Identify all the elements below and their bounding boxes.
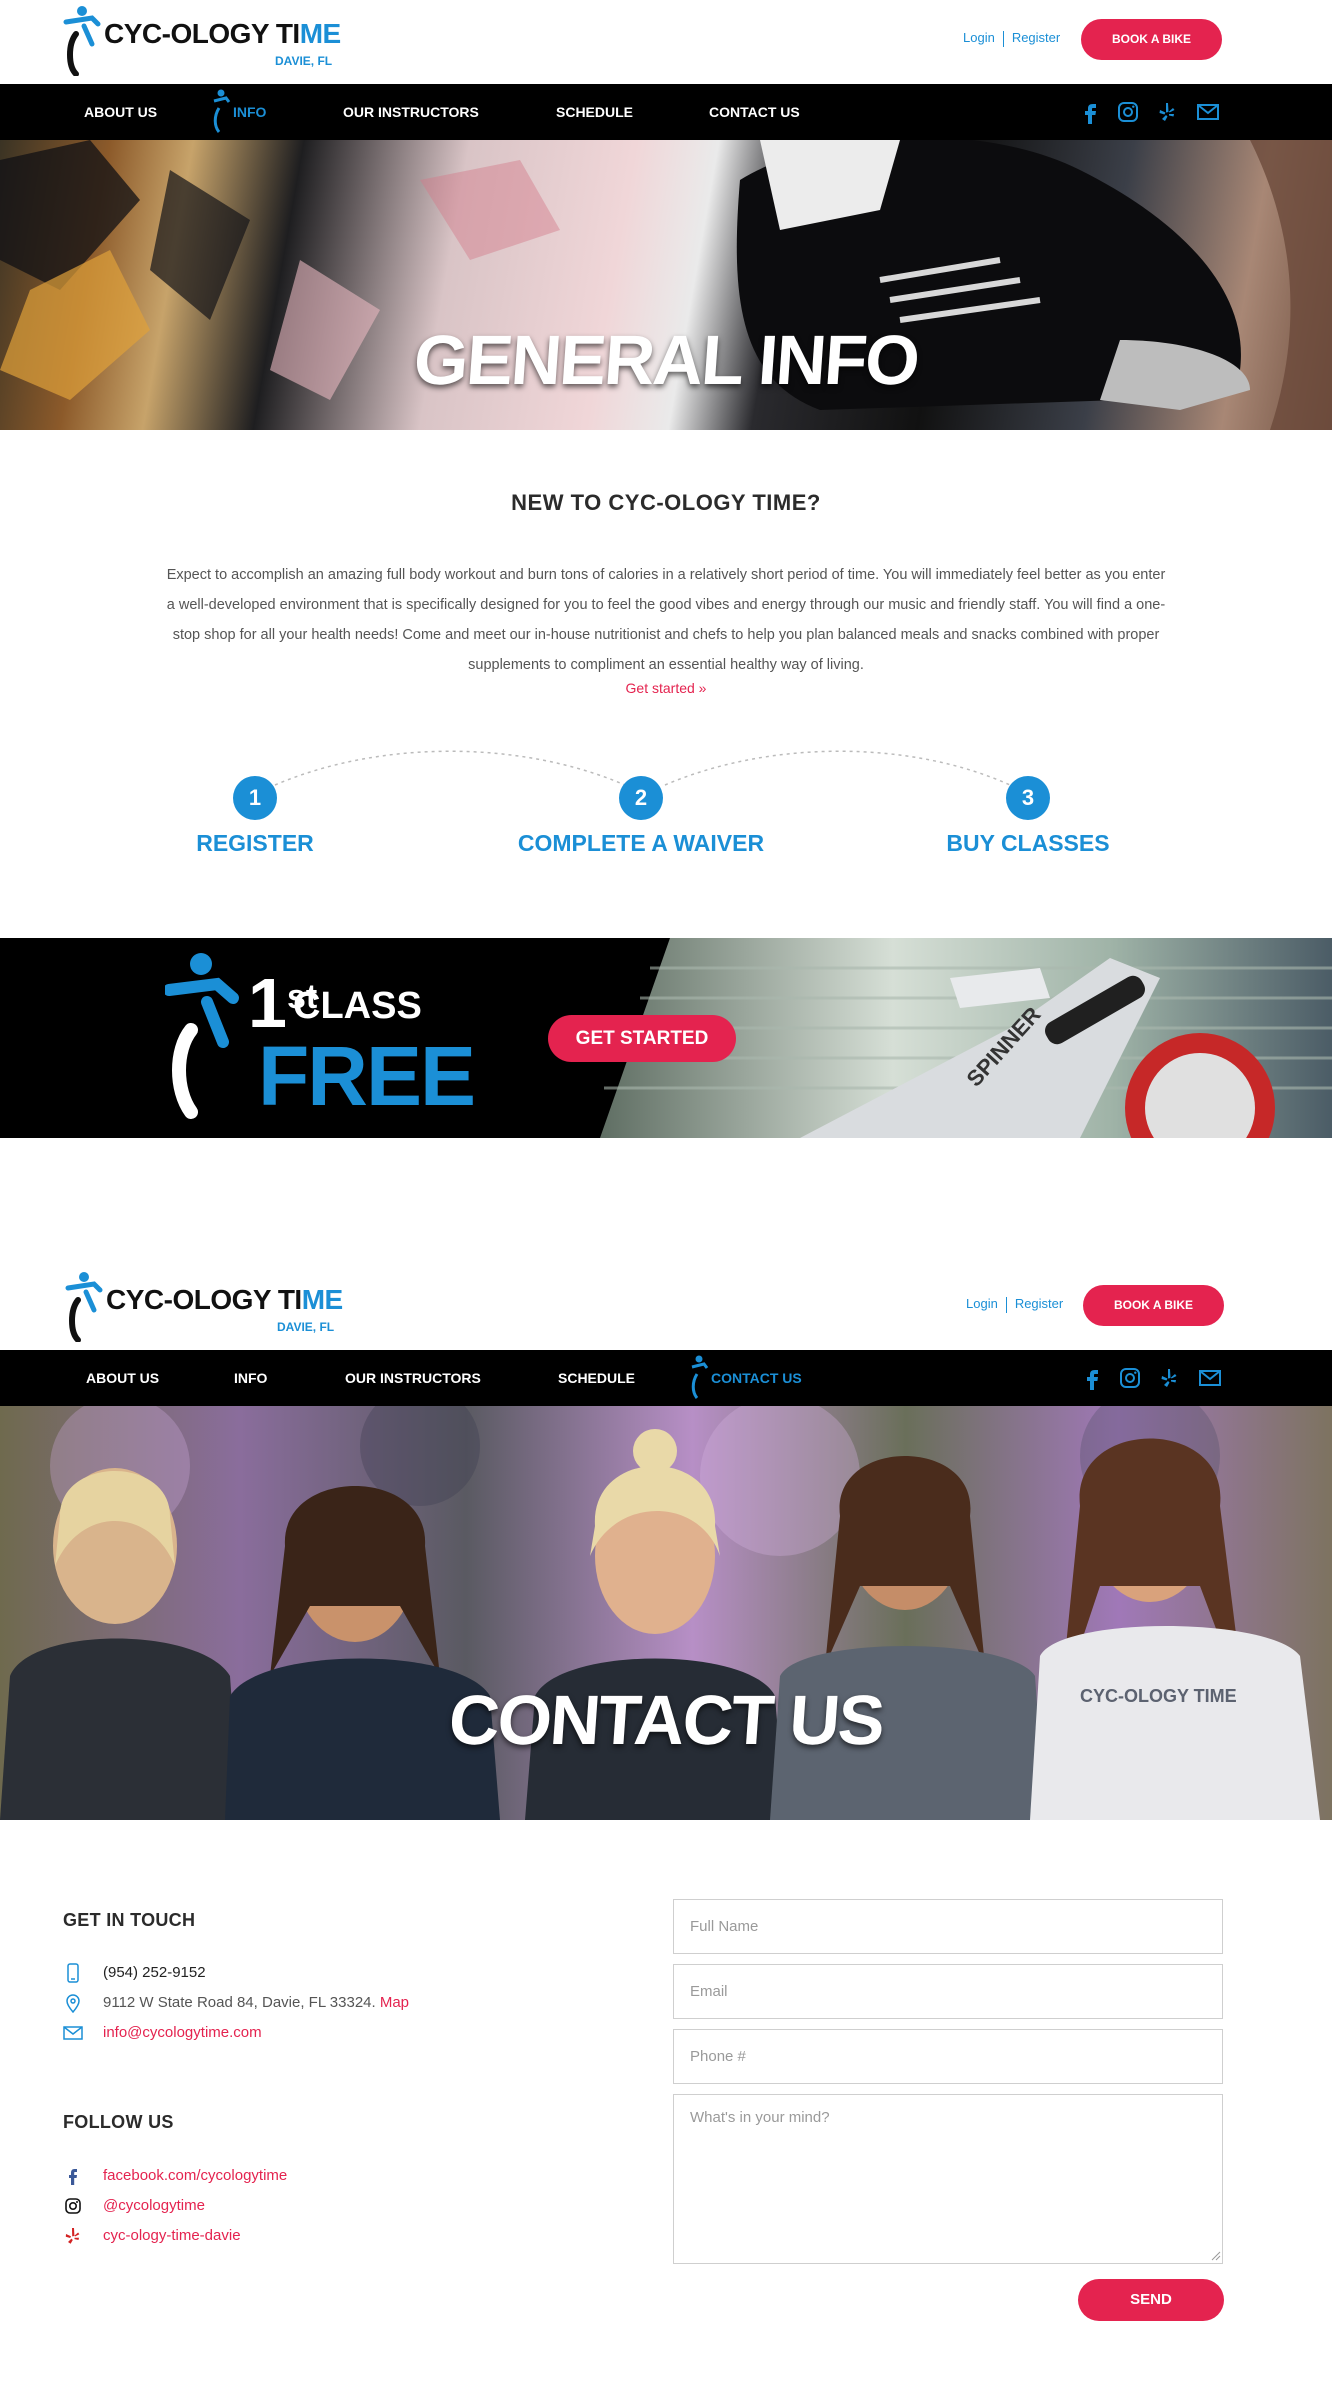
brand-name-accent: ME bbox=[301, 1284, 344, 1315]
active-rider-icon bbox=[213, 89, 231, 133]
get-in-touch-heading: GET IN TOUCH bbox=[63, 1910, 196, 1930]
contact-us-hero: CYC-OLOGY TIME CONTACT US bbox=[0, 1406, 1332, 1820]
nav-contact-us[interactable]: CONTACT US bbox=[691, 1350, 802, 1406]
get-started-link[interactable]: Get started » bbox=[0, 680, 1332, 696]
address-text: 9112 W State Road 84, Davie, FL 33324. M… bbox=[103, 1991, 409, 2015]
map-pin-icon bbox=[66, 1994, 80, 2013]
brand-location: DAVIE, FL bbox=[275, 54, 333, 68]
brand-logo[interactable]: CYC-OLOGY TIME DAVIE, FL bbox=[64, 1270, 354, 1342]
auth-divider bbox=[1002, 30, 1004, 47]
step-register[interactable]: REGISTER bbox=[75, 830, 435, 857]
email-icon[interactable] bbox=[1198, 1366, 1222, 1390]
active-rider-icon bbox=[691, 1355, 709, 1399]
brand-name-accent: ME bbox=[299, 18, 342, 49]
map-link[interactable]: Map bbox=[380, 1994, 409, 2011]
cyclist-logo-icon bbox=[65, 1272, 103, 1342]
get-started-button[interactable]: GET STARTED bbox=[548, 1015, 736, 1062]
nav-about-us[interactable]: ABOUT US bbox=[86, 1350, 159, 1406]
cyclist-logo-icon bbox=[63, 6, 101, 76]
email-icon[interactable] bbox=[1196, 100, 1220, 124]
main-nav: ABOUT US INFO OUR INSTRUCTORS SCHEDULE C… bbox=[0, 84, 1332, 140]
message-textarea[interactable] bbox=[673, 2094, 1223, 2264]
nav-info-label: INFO bbox=[233, 104, 267, 120]
brand-name-main: CYC-OLOGY TI bbox=[106, 1284, 302, 1315]
full-name-input[interactable] bbox=[673, 1899, 1223, 1954]
facebook-icon[interactable] bbox=[1081, 1366, 1105, 1390]
email-link[interactable]: info@cycologytime.com bbox=[103, 2021, 262, 2045]
step-1-badge: 1 bbox=[233, 776, 277, 820]
nav-contact-us[interactable]: CONTACT US bbox=[709, 84, 800, 140]
facebook-icon bbox=[69, 2169, 77, 2185]
auth-links: Login Register bbox=[963, 30, 1060, 47]
nav-schedule[interactable]: SCHEDULE bbox=[556, 84, 633, 140]
yelp-icon[interactable] bbox=[1157, 1366, 1181, 1390]
register-link[interactable]: Register bbox=[1015, 1296, 1063, 1311]
site-header: CYC-OLOGY TIME DAVIE, FL Login Register B… bbox=[0, 0, 1332, 84]
instagram-icon[interactable] bbox=[1118, 1366, 1142, 1390]
instagram-icon bbox=[65, 2198, 81, 2214]
nav-our-instructors[interactable]: OUR INSTRUCTORS bbox=[343, 84, 479, 140]
step-complete-waiver[interactable]: COMPLETE A WAIVER bbox=[461, 830, 821, 857]
yelp-link[interactable]: cyc-ology-time-davie bbox=[103, 2224, 241, 2248]
email-input[interactable] bbox=[673, 1964, 1223, 2019]
hero-title: CONTACT US bbox=[446, 1681, 886, 1759]
steps-connector bbox=[274, 750, 1011, 786]
site-header-contact: CYC-OLOGY TIME DAVIE, FL Login Register B… bbox=[0, 1266, 1332, 1350]
brand-name: CYC-OLOGY TIME bbox=[104, 18, 341, 50]
envelope-icon bbox=[63, 2026, 83, 2040]
book-a-bike-button[interactable]: BOOK A BIKE bbox=[1083, 1285, 1224, 1326]
instagram-icon[interactable] bbox=[1116, 100, 1140, 124]
info-body: Expect to accomplish an amazing full bod… bbox=[166, 567, 1166, 673]
street-address: 9112 W State Road 84, Davie, FL 33324. bbox=[103, 1994, 376, 2011]
hero-title: GENERAL INFO bbox=[411, 321, 921, 399]
resize-handle-icon[interactable] bbox=[1211, 2251, 1221, 2261]
first-class-free-banner: 1st CLASS FREE SPINNER GET STARTED bbox=[0, 938, 1332, 1138]
book-a-bike-button[interactable]: BOOK A BIKE bbox=[1081, 19, 1222, 60]
promo-free: FREE bbox=[258, 1029, 476, 1123]
brand-location: DAVIE, FL bbox=[277, 1320, 335, 1334]
phone-icon bbox=[67, 1963, 79, 1983]
nav-info[interactable]: INFO bbox=[234, 1350, 267, 1406]
phone-number[interactable]: (954) 252-9152 bbox=[103, 1961, 206, 1985]
step-buy-classes[interactable]: BUY CLASSES bbox=[848, 830, 1208, 857]
phone-input[interactable] bbox=[673, 2029, 1223, 2084]
general-info-hero: GENERAL INFO bbox=[0, 140, 1332, 430]
send-button[interactable]: SEND bbox=[1078, 2279, 1224, 2321]
login-link[interactable]: Login bbox=[966, 1296, 998, 1311]
facebook-link[interactable]: facebook.com/cycologytime bbox=[103, 2164, 287, 2188]
main-nav-contact: ABOUT US INFO OUR INSTRUCTORS SCHEDULE C… bbox=[0, 1350, 1332, 1406]
register-link[interactable]: Register bbox=[1012, 30, 1060, 45]
brand-name-main: CYC-OLOGY TI bbox=[104, 18, 300, 49]
promo-class: CLASS bbox=[293, 985, 422, 1027]
instagram-link[interactable]: @cycologytime bbox=[103, 2194, 205, 2218]
nav-schedule[interactable]: SCHEDULE bbox=[558, 1350, 635, 1406]
yelp-icon bbox=[65, 2228, 80, 2244]
nav-contact-us-label: CONTACT US bbox=[711, 1370, 802, 1386]
facebook-icon[interactable] bbox=[1079, 100, 1103, 124]
follow-us-heading: FOLLOW US bbox=[63, 2112, 174, 2132]
nav-our-instructors[interactable]: OUR INSTRUCTORS bbox=[345, 1350, 481, 1406]
info-heading: NEW TO CYC-OLOGY TIME? bbox=[511, 490, 821, 515]
login-link[interactable]: Login bbox=[963, 30, 995, 45]
auth-divider bbox=[1005, 1296, 1007, 1313]
brand-name: CYC-OLOGY TIME bbox=[106, 1284, 343, 1316]
nav-info[interactable]: INFO bbox=[213, 84, 267, 140]
auth-links: Login Register bbox=[966, 1296, 1063, 1313]
nav-about-us[interactable]: ABOUT US bbox=[84, 84, 157, 140]
brand-logo[interactable]: CYC-OLOGY TIME DAVIE, FL bbox=[62, 4, 352, 76]
step-3-badge: 3 bbox=[1006, 776, 1050, 820]
yelp-icon[interactable] bbox=[1155, 100, 1179, 124]
step-2-badge: 2 bbox=[619, 776, 663, 820]
promo-cyclist-icon bbox=[165, 953, 239, 1119]
